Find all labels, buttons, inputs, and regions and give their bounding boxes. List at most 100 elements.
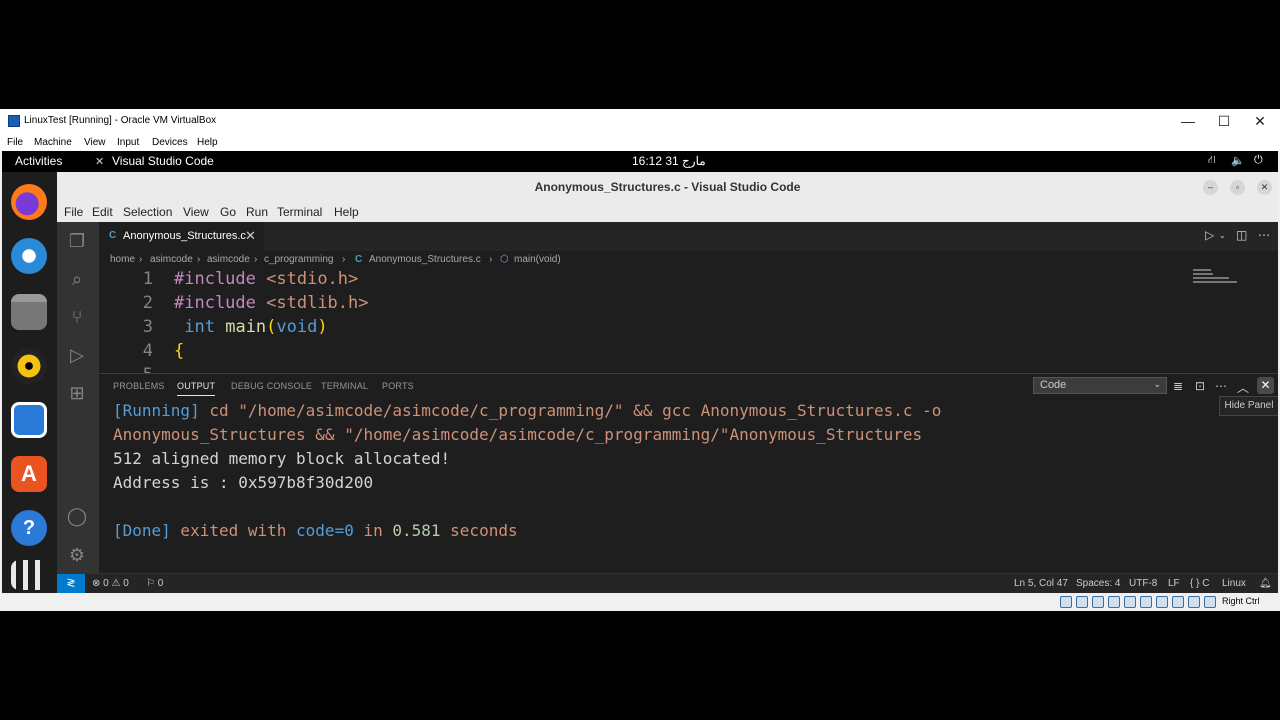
tab-terminal[interactable]: TERMINAL <box>321 381 368 391</box>
close-button[interactable]: ✕ <box>1242 111 1278 131</box>
output-line-done: [Done] exited with code=0 in 0.581 secon… <box>113 521 518 540</box>
files-icon[interactable] <box>11 294 47 330</box>
done-text: seconds <box>440 521 518 540</box>
tab-debug-console[interactable]: DEBUG CONSOLE <box>231 381 312 391</box>
output-line-3: 512 aligned memory block allocated! <box>113 449 451 468</box>
vs-menu-terminal[interactable]: Terminal <box>277 205 322 219</box>
split-editor-icon[interactable]: ◫ <box>1236 228 1247 242</box>
vscode-titlebar: Anonymous_Structures.c - Visual Studio C… <box>57 172 1278 202</box>
output-console[interactable]: [Running] cd "/home/asimcode/asimcode/c_… <box>113 401 1113 571</box>
audio-icon[interactable] <box>1092 596 1104 608</box>
tab-anonymous-structures[interactable]: C Anonymous_Structures.c ✕ <box>99 222 264 251</box>
breadcrumb-c-programming[interactable]: c_programming <box>264 254 333 265</box>
minimize-button[interactable]: — <box>1170 111 1206 131</box>
firefox-icon[interactable] <box>11 184 47 220</box>
network-icon[interactable] <box>1108 596 1120 608</box>
cpu-icon[interactable] <box>1188 596 1200 608</box>
code-line-3: int main(void) <box>184 317 328 337</box>
vs-menu-edit[interactable]: Edit <box>92 205 113 219</box>
tab-output[interactable]: OUTPUT <box>177 381 216 396</box>
tab-close-icon[interactable]: ✕ <box>245 228 256 244</box>
minimap[interactable] <box>1193 269 1243 289</box>
usb-icon[interactable] <box>1124 596 1136 608</box>
recording-icon[interactable] <box>1172 596 1184 608</box>
power-icon[interactable]: ⏻ <box>1254 154 1263 167</box>
bottom-panel: PROBLEMS OUTPUT DEBUG CONSOLE TERMINAL P… <box>99 373 1278 573</box>
remote-indicator-icon[interactable]: ≷ <box>57 574 85 593</box>
tab-ports[interactable]: PORTS <box>382 381 414 391</box>
code-editor[interactable]: 1 #include <stdio.h> 2 #include <stdlib.… <box>99 269 1199 373</box>
breadcrumb-file[interactable]: Anonymous_Structures.c <box>369 254 481 265</box>
ports-count[interactable]: ⚐ 0 <box>146 578 163 589</box>
panel-more-icon[interactable]: ⋯ <box>1215 379 1227 393</box>
menu-input[interactable]: Input <box>117 137 139 148</box>
notifications-bell-icon[interactable]: 🔔︎ <box>1259 578 1272 589</box>
breadcrumb-asimcode-2[interactable]: asimcode <box>207 254 250 265</box>
vs-menu-selection[interactable]: Selection <box>123 205 172 219</box>
vs-menu-go[interactable]: Go <box>220 205 236 219</box>
run-debug-icon[interactable]: ▷ <box>66 344 88 366</box>
menu-machine[interactable]: Machine <box>34 137 72 148</box>
vscode-maximize-button[interactable]: ▫ <box>1230 180 1245 195</box>
clock[interactable]: 16:12 31 مارج <box>632 154 706 168</box>
explorer-icon[interactable]: ❐ <box>66 230 88 252</box>
activities-button[interactable]: Activities <box>15 154 62 168</box>
indentation[interactable]: Spaces: 4 <box>1076 578 1120 589</box>
search-icon[interactable]: ⌕ <box>66 268 88 290</box>
extensions-icon[interactable]: ⊞ <box>66 382 88 404</box>
vscode-window: Anonymous_Structures.c - Visual Studio C… <box>57 172 1278 593</box>
volume-icon[interactable]: 🔈 <box>1231 154 1245 167</box>
vscode-close-button[interactable]: ✕ <box>1257 180 1272 195</box>
more-actions-icon[interactable]: ⋯ <box>1258 228 1270 242</box>
breadcrumb-home[interactable]: home <box>110 254 135 265</box>
mouse-integration-icon[interactable] <box>1204 596 1216 608</box>
filter-list-icon[interactable]: ≣ <box>1173 379 1183 393</box>
lock-scroll-icon[interactable]: ⊡ <box>1195 379 1205 393</box>
encoding[interactable]: UTF-8 <box>1129 578 1157 589</box>
network-icon[interactable]: ⛙ <box>1208 154 1216 168</box>
menu-devices[interactable]: Devices <box>152 137 188 148</box>
breadcrumb-asimcode-1[interactable]: asimcode <box>150 254 193 265</box>
os-indicator[interactable]: Linux <box>1222 578 1246 589</box>
language-mode[interactable]: { } C <box>1190 578 1209 589</box>
vs-menu-view[interactable]: View <box>183 205 209 219</box>
panel-tabs: PROBLEMS OUTPUT DEBUG CONSOLE TERMINAL P… <box>99 374 1278 416</box>
menu-help[interactable]: Help <box>197 137 218 148</box>
virtualbox-title: LinuxTest [Running] - Oracle VM VirtualB… <box>24 115 217 126</box>
chevron-down-icon: ⌄ <box>1153 379 1161 389</box>
display-icon[interactable] <box>1156 596 1168 608</box>
run-code-icon[interactable]: ▷ <box>1205 228 1214 242</box>
vs-menu-file[interactable]: File <box>64 205 83 219</box>
line-number: 1 <box>142 269 153 289</box>
menu-view[interactable]: View <box>84 137 106 148</box>
help-icon[interactable]: ? <box>11 510 47 546</box>
software-center-icon[interactable]: A <box>11 456 47 492</box>
end-of-line[interactable]: LF <box>1168 578 1180 589</box>
rhythmbox-icon[interactable] <box>11 348 47 384</box>
optical-drive-icon[interactable] <box>1076 596 1088 608</box>
breadcrumb-symbol[interactable]: main(void) <box>514 254 561 265</box>
hdd-icon[interactable] <box>1060 596 1072 608</box>
maximize-button[interactable]: ☐ <box>1206 111 1242 131</box>
maximize-panel-icon[interactable]: ︿ <box>1237 379 1249 396</box>
run-dropdown-icon[interactable]: ⌄ <box>1219 231 1226 240</box>
vs-menu-run[interactable]: Run <box>246 205 268 219</box>
status-bar: ≷ ⊗ 0 ⚠ 0 ⚐ 0 Ln 5, Col 47 Spaces: 4 UTF… <box>57 573 1278 593</box>
vs-menu-help[interactable]: Help <box>334 205 359 219</box>
show-apps-icon[interactable] <box>11 560 47 590</box>
menu-file[interactable]: File <box>7 137 23 148</box>
tab-problems[interactable]: PROBLEMS <box>113 381 165 391</box>
symbol-method-icon: ⬡ <box>500 254 509 265</box>
thunderbird-icon[interactable] <box>11 238 47 274</box>
manage-gear-icon[interactable]: ⚙ <box>66 544 88 566</box>
close-panel-icon[interactable]: ✕ <box>1257 377 1274 394</box>
shared-folders-icon[interactable] <box>1140 596 1152 608</box>
cursor-position[interactable]: Ln 5, Col 47 <box>1014 578 1068 589</box>
writer-icon[interactable] <box>11 402 47 438</box>
app-menu[interactable]: Visual Studio Code <box>112 154 214 168</box>
problems-count[interactable]: ⊗ 0 ⚠ 0 <box>92 578 129 589</box>
vscode-minimize-button[interactable]: – <box>1203 180 1218 195</box>
accounts-icon[interactable]: ◯ <box>66 505 88 527</box>
source-control-icon[interactable]: ⑂ <box>66 306 88 328</box>
output-channel-select[interactable]: Code ⌄ <box>1033 377 1167 394</box>
